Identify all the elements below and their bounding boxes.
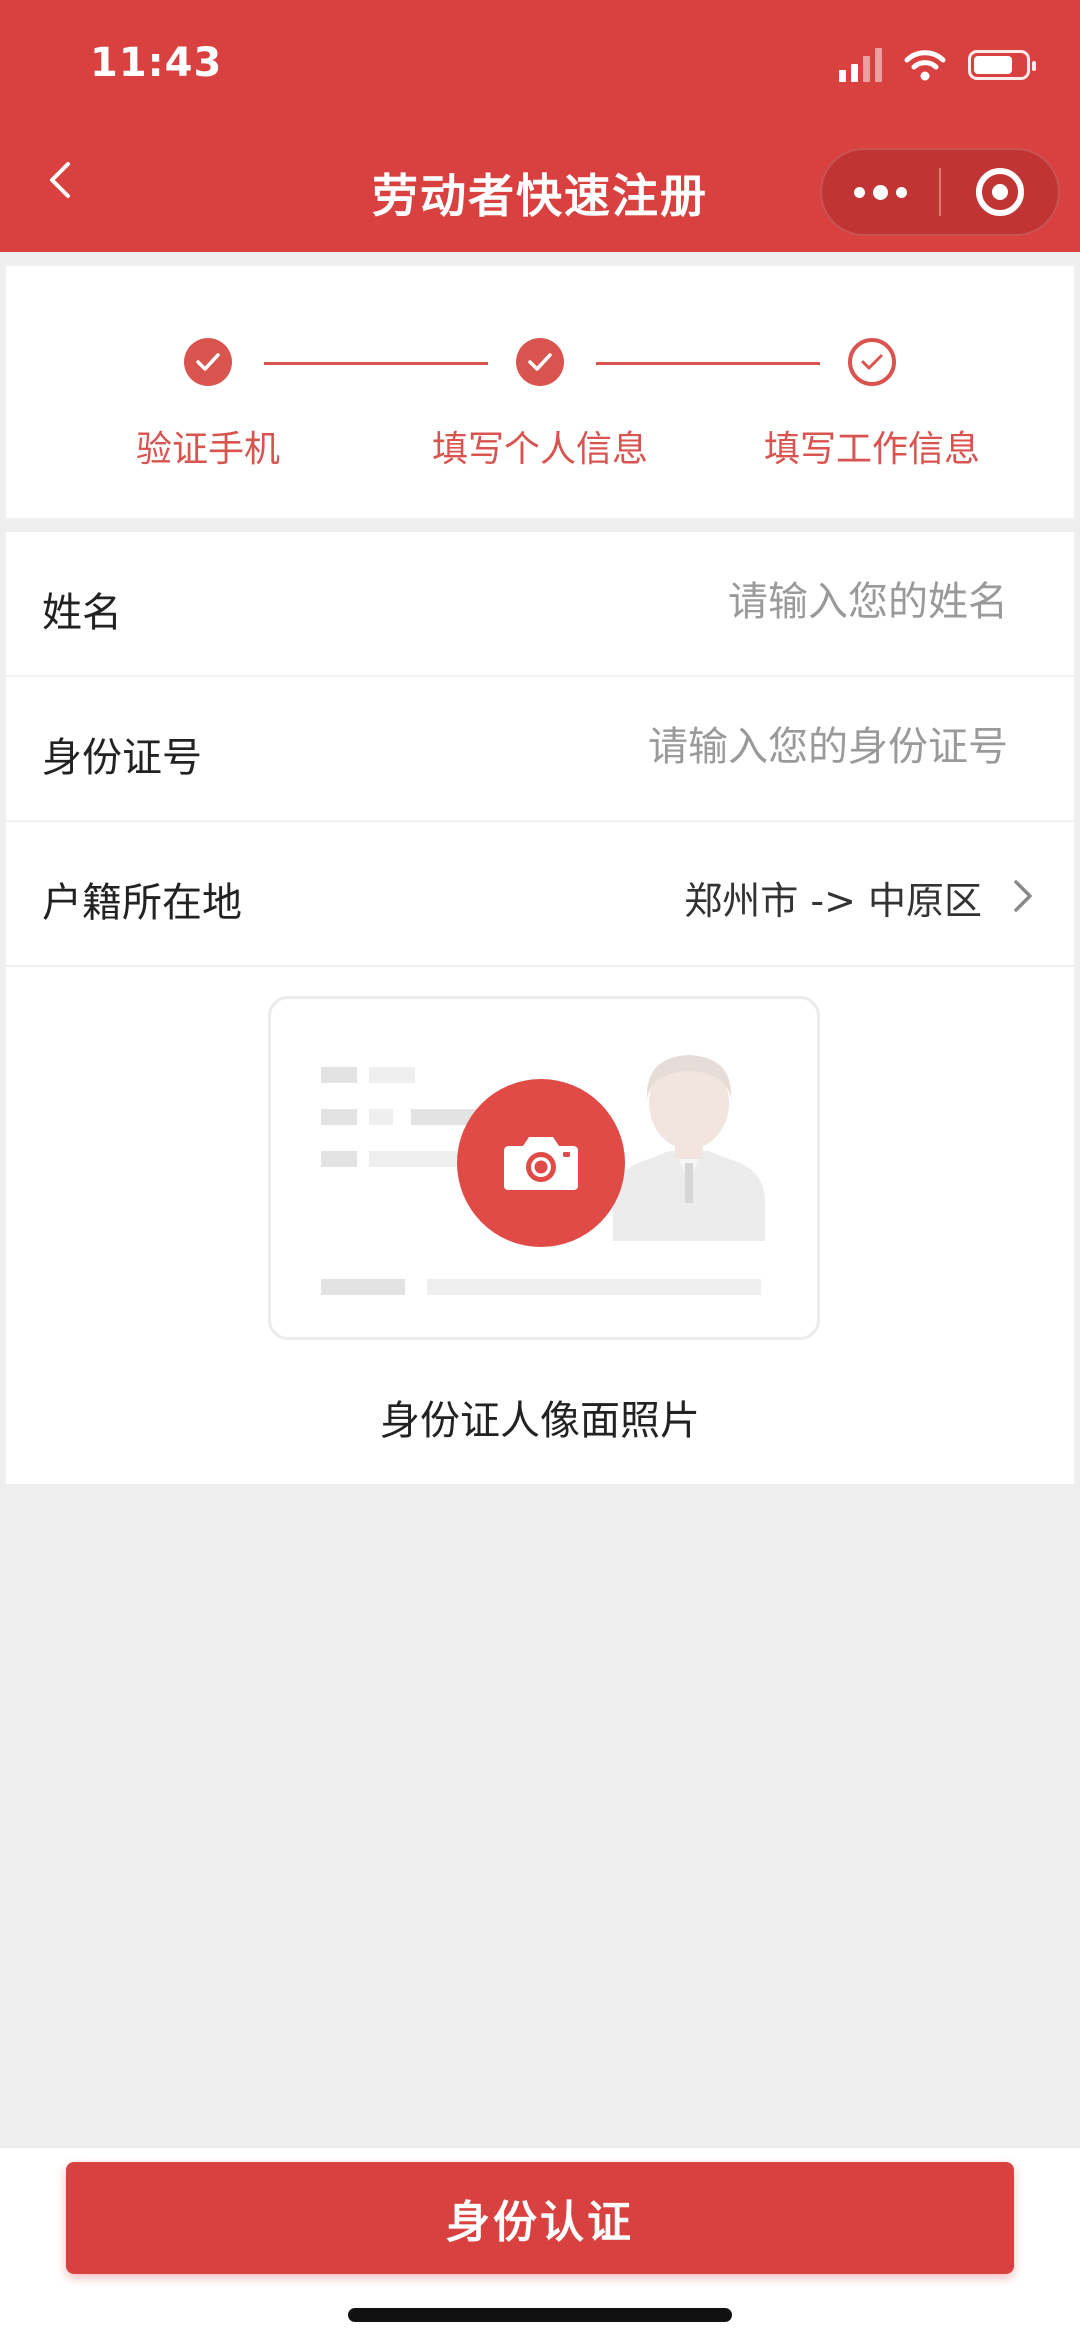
step-3-label: 填写工作信息 — [763, 429, 980, 470]
status-time: 11:43 — [90, 40, 223, 86]
more-button[interactable] — [822, 148, 939, 236]
signal-icon — [839, 48, 882, 82]
id-photo-caption: 身份证人像面照片 — [380, 1398, 700, 1444]
id-card-placeholder-line — [321, 1151, 357, 1167]
step-2-label: 填写个人信息 — [431, 429, 648, 470]
household-value: 郑州市 -> 中原区 — [684, 879, 982, 923]
id-card-placeholder-line — [321, 1109, 357, 1125]
step-3-check-icon — [848, 338, 896, 386]
step-1-check-icon — [184, 338, 232, 386]
camera-button[interactable] — [457, 1079, 625, 1247]
close-button[interactable] — [941, 148, 1058, 236]
bottom-bar: 身份认证 — [0, 2146, 1080, 2337]
verify-identity-button[interactable]: 身份认证 — [66, 2162, 1014, 2274]
chevron-right-icon — [1014, 880, 1032, 912]
id-card-placeholder-line — [369, 1067, 415, 1083]
id-number-input[interactable] — [448, 717, 1008, 777]
close-target-icon — [975, 168, 1024, 216]
header: 11:43 劳动者快速注册 — [0, 0, 1080, 252]
household-row[interactable]: 户籍所在地 郑州市 -> 中原区 — [6, 822, 1074, 967]
id-card-placeholder-line — [427, 1279, 761, 1295]
name-input[interactable] — [448, 572, 1008, 632]
id-number-label: 身份证号 — [42, 735, 202, 781]
id-photo-upload[interactable] — [268, 996, 820, 1340]
portrait-placeholder-icon — [613, 1055, 765, 1241]
id-number-row: 身份证号 — [6, 677, 1074, 822]
more-icon — [854, 184, 908, 200]
step-connector-1 — [264, 362, 488, 365]
battery-icon — [968, 50, 1036, 80]
household-label: 户籍所在地 — [42, 880, 242, 926]
page: 11:43 劳动者快速注册 验证手机 填写个人信息 填写工作信息 姓名 请输入您… — [0, 0, 1080, 2337]
registration-form: 姓名 身份证号 户籍所在地 郑州市 -> 中原区 — [6, 532, 1074, 1484]
home-indicator — [348, 2308, 732, 2322]
wifi-icon — [904, 50, 946, 81]
step-connector-2 — [596, 362, 820, 365]
mini-program-capsule — [820, 148, 1060, 236]
status-icons — [839, 48, 1036, 82]
step-2-check-icon — [516, 338, 564, 386]
id-card-placeholder-line — [321, 1279, 405, 1295]
name-row: 姓名 — [6, 532, 1074, 677]
name-label: 姓名 — [42, 590, 122, 636]
id-card-placeholder-line — [369, 1109, 393, 1125]
step-1-label: 验证手机 — [135, 429, 280, 470]
id-card-placeholder-line — [321, 1067, 357, 1083]
camera-icon — [504, 1137, 578, 1190]
progress-steps: 验证手机 填写个人信息 填写工作信息 — [6, 266, 1074, 518]
